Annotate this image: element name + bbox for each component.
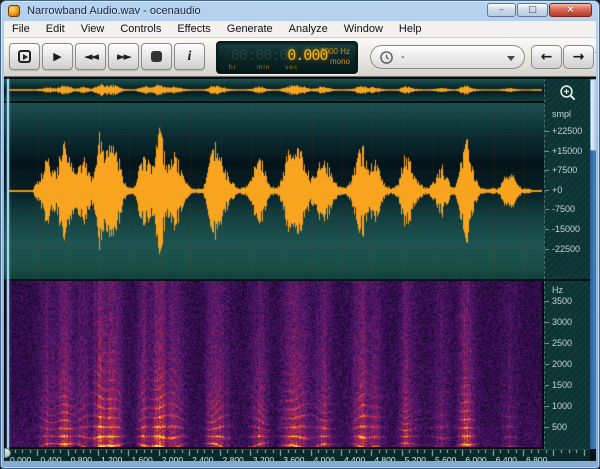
time-tick-label: 1.600 (131, 455, 152, 461)
transport-controls: ▶ ◄◄ ►► i (9, 43, 207, 70)
spectrogram-canvas[interactable] (8, 281, 542, 447)
time-tick-label: 1.200 (101, 455, 122, 461)
time-tick-label: 5.200 (405, 455, 426, 461)
menu-analyze[interactable]: Analyze (281, 21, 336, 37)
forward-button[interactable]: → (563, 45, 594, 69)
stop-icon (151, 51, 162, 62)
amplitude-tick: -15000 (545, 224, 590, 234)
close-button[interactable]: × (549, 3, 592, 17)
play-icon: ▶ (53, 51, 61, 62)
overview-waveform-canvas[interactable] (8, 79, 542, 101)
vertical-scrollbar[interactable] (590, 79, 596, 449)
amplitude-tick: -7500 (545, 204, 590, 214)
time-tick-label: 3.200 (253, 455, 274, 461)
time-tick-label: 2.000 (162, 455, 183, 461)
menu-effects[interactable]: Effects (169, 21, 218, 37)
sample-rate-label: 8000 Hz (320, 47, 350, 57)
fast-forward-icon: ►► (117, 51, 130, 62)
app-window: Narrowband Audio.wav - ocenaudio –□× Fil… (0, 0, 600, 469)
main-waveform-canvas[interactable] (8, 103, 542, 279)
channel-mode-label: mono (320, 57, 350, 67)
frequency-axis: Hz 3500 3000 2500 2000 1500 1000 500 (544, 281, 590, 449)
amplitude-unit-label: smpl (552, 109, 571, 119)
amplitude-tick: -22500 (545, 244, 590, 254)
menu-edit[interactable]: Edit (38, 21, 73, 37)
frequency-tick: 2500 (545, 338, 590, 348)
frequency-tick: 500 (545, 422, 590, 432)
playhead-cursor[interactable] (7, 79, 9, 449)
minimize-button[interactable]: – (487, 3, 516, 17)
app-icon (8, 5, 20, 17)
nav-menu-caret-icon[interactable] (595, 52, 596, 57)
time-tick-label: 4.400 (344, 455, 365, 461)
time-digits: -00:00:00.000 (223, 46, 327, 64)
rewind-button[interactable]: ◄◄ (75, 43, 106, 70)
amplitude-tick: +7500 (545, 165, 590, 175)
fast-forward-button[interactable]: ►► (108, 43, 139, 70)
lcd-unit-hr: hr (229, 64, 237, 71)
time-ruler[interactable]: 0.000 0.400 0.800 1.200 1.600 2.000 2.400 2.800… (4, 449, 590, 461)
frequency-tick: 3000 (545, 317, 590, 327)
title-bar: Narrowband Audio.wav - ocenaudio –□× (1, 1, 599, 21)
frequency-unit-label: Hz (552, 285, 563, 295)
main-waveform[interactable] (4, 103, 544, 279)
time-tick-label: 2.800 (223, 455, 244, 461)
menu-bar: FileEditViewControlsEffectsGenerateAnaly… (4, 21, 596, 38)
lcd-unit-min: min (257, 64, 270, 71)
frequency-tick: 3500 (545, 296, 590, 306)
play-selection-button[interactable] (9, 43, 40, 70)
time-digits-dim: -00:00:0 (223, 46, 287, 64)
time-tick-label: 4.800 (374, 455, 395, 461)
time-tick-label: 2.400 (192, 455, 213, 461)
chevron-down-icon (507, 56, 515, 61)
time-tick-label: 4.000 (314, 455, 335, 461)
time-tick-label: 0.400 (40, 455, 61, 461)
app-body: FileEditViewControlsEffectsGenerateAnaly… (4, 21, 596, 461)
vertical-scrollbar-thumb[interactable] (590, 79, 596, 151)
time-format-value: - (401, 46, 405, 68)
info-icon: i (188, 49, 192, 65)
time-tick-label: 0.000 (10, 455, 31, 461)
zoom-button[interactable] (557, 83, 579, 105)
time-display: -00:00:00.000 hr min sec 8000 Hz mono (216, 41, 358, 74)
toolbar: ▶ ◄◄ ►► i -00:00:00.000 hr min sec 8000 Hz mo… (4, 38, 596, 77)
window-controls: –□× (486, 3, 592, 17)
time-tick-label: 6.800 (526, 455, 547, 461)
amplitude-axis: smpl +22500 +15000 +7500 +0 -7500 -15000 -2250… (544, 79, 590, 279)
frequency-tick: 2000 (545, 359, 590, 369)
menu-file[interactable]: File (4, 21, 38, 37)
menu-help[interactable]: Help (391, 21, 430, 37)
amplitude-tick: +22500 (545, 126, 590, 136)
time-tick-label: 0.800 (71, 455, 92, 461)
maximize-button[interactable]: □ (517, 3, 548, 17)
play-selection-icon (18, 50, 31, 63)
clock-icon (379, 50, 394, 65)
spectrogram[interactable] (4, 281, 544, 449)
overview-waveform[interactable] (4, 79, 544, 102)
amplitude-tick: +0 (545, 185, 590, 195)
magnifier-icon (558, 83, 578, 103)
amplitude-tick: +15000 (545, 146, 590, 156)
info-button[interactable]: i (174, 43, 205, 70)
rewind-icon: ◄◄ (84, 51, 97, 62)
editor-content: smpl +22500 +15000 +7500 +0 -7500 -15000 -2250… (4, 77, 596, 461)
play-button[interactable]: ▶ (42, 43, 73, 70)
time-tick-label: 6.400 (496, 455, 517, 461)
menu-view[interactable]: View (73, 21, 113, 37)
time-tick-label: 5.600 (435, 455, 456, 461)
frequency-tick: 1500 (545, 380, 590, 390)
menu-controls[interactable]: Controls (112, 21, 169, 37)
time-tick-label: 6.000 (465, 455, 486, 461)
frequency-tick: 1000 (545, 401, 590, 411)
back-button[interactable]: ← (531, 45, 562, 69)
time-format-selector[interactable]: - (370, 45, 525, 69)
menu-generate[interactable]: Generate (219, 21, 281, 37)
stop-button[interactable] (141, 43, 172, 70)
lcd-unit-sec: sec (285, 64, 298, 71)
time-tick-label: 3.600 (283, 455, 304, 461)
window-title: Narrowband Audio.wav - ocenaudio (27, 1, 201, 21)
audio-format-info: 8000 Hz mono (320, 47, 350, 67)
menu-window[interactable]: Window (336, 21, 391, 37)
